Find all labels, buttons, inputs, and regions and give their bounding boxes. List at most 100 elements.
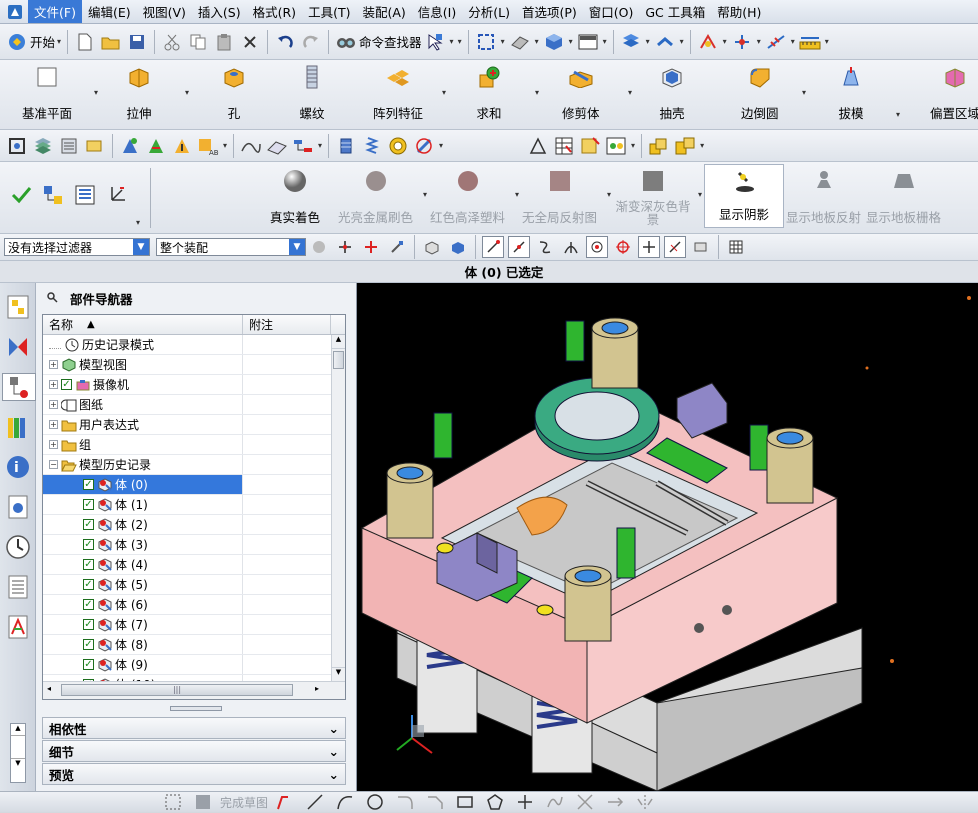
snap-on-face-icon[interactable] xyxy=(690,236,712,258)
show-floor-reflection-button[interactable]: 显示地板反射 xyxy=(786,164,861,230)
tree-row-name-cell[interactable]: ✓ 体 (3) xyxy=(43,535,243,554)
preview-panel-header[interactable]: 预览 ⌄ xyxy=(42,763,346,785)
snap-grid-icon[interactable] xyxy=(725,236,747,258)
scroll-left-icon[interactable]: ◂ xyxy=(47,684,51,693)
history-tab[interactable] xyxy=(4,533,32,561)
expand-toggle-icon[interactable]: + xyxy=(49,400,58,409)
select-points-icon[interactable] xyxy=(386,236,408,258)
render-style-icon[interactable] xyxy=(509,31,531,53)
visibility-checkbox[interactable]: ✓ xyxy=(83,479,94,490)
tree-vertical-scrollbar[interactable]: ▲ ▼ xyxy=(331,335,345,681)
measure-icon[interactable] xyxy=(799,31,821,53)
menu-assembly[interactable]: 装配(A) xyxy=(356,0,411,23)
spring-icon[interactable] xyxy=(361,135,383,157)
shaded-cube-icon[interactable] xyxy=(543,31,565,53)
tree-row-name-cell[interactable]: ✓ 体 (1) xyxy=(43,495,243,514)
guide-bushing[interactable] xyxy=(766,427,814,504)
menu-preferences[interactable]: 首选项(P) xyxy=(516,0,583,23)
cut-icon[interactable] xyxy=(161,31,183,53)
tree-row-name-cell[interactable]: + 用户表达式 xyxy=(43,415,243,434)
copy-icon[interactable] xyxy=(187,31,209,53)
tool-no-icon[interactable] xyxy=(413,135,435,157)
polygon-icon[interactable] xyxy=(484,791,506,813)
shell-button[interactable]: 抽壳 xyxy=(659,60,685,126)
edit-tag-icon[interactable] xyxy=(84,135,106,157)
type-filter-dropdown[interactable]: 没有选择过滤器 ▼ xyxy=(4,238,150,256)
mirror-icon[interactable] xyxy=(634,791,656,813)
scroll-down-icon[interactable]: ▼ xyxy=(332,667,345,681)
wcs-icon[interactable] xyxy=(697,31,719,53)
studio-spline-icon[interactable] xyxy=(544,791,566,813)
point-icon[interactable] xyxy=(514,791,536,813)
tree-row-name-cell[interactable]: ✓ 体 (5) xyxy=(43,575,243,594)
scroll-thumb[interactable] xyxy=(333,351,344,369)
tree-row-name-cell[interactable]: ✓ 体 (9) xyxy=(43,655,243,674)
tree-row-name-cell[interactable]: ✓ 体 (6) xyxy=(43,595,243,614)
save-icon[interactable] xyxy=(126,31,148,53)
snap-intersection-icon[interactable] xyxy=(560,236,582,258)
menu-format[interactable]: 格式(R) xyxy=(247,0,302,23)
tree-row-name-cell[interactable]: ✓ 体 (8) xyxy=(43,635,243,654)
menu-gc-toolbox[interactable]: GC 工具箱 xyxy=(639,0,711,23)
selection-mode-icon[interactable] xyxy=(424,31,446,53)
tree-row-name-cell[interactable]: 历史记录模式 xyxy=(43,335,243,354)
tree-row-name-cell[interactable]: − 模型历史记录 xyxy=(43,455,243,474)
menu-edit[interactable]: 编辑(E) xyxy=(82,0,137,23)
visibility-checkbox[interactable]: ✓ xyxy=(83,619,94,630)
arc-icon[interactable] xyxy=(334,791,356,813)
snap-arc-center-icon[interactable] xyxy=(586,236,608,258)
menu-help[interactable]: 帮助(H) xyxy=(711,0,767,23)
start-button[interactable]: 开始 xyxy=(30,32,55,51)
snap-point-icon[interactable] xyxy=(731,31,753,53)
tree-row-name-cell[interactable]: ✓ 体 (7) xyxy=(43,615,243,634)
cylinder-icon[interactable] xyxy=(335,135,357,157)
sketch-curve-icon[interactable] xyxy=(240,135,262,157)
sketch-icon[interactable] xyxy=(162,791,184,813)
snap-quadrant-icon[interactable] xyxy=(612,236,634,258)
list-sheet-icon[interactable] xyxy=(74,184,96,206)
snap-control-icon[interactable] xyxy=(534,236,556,258)
move-component-icon[interactable] xyxy=(171,135,193,157)
menu-view[interactable]: 视图(V) xyxy=(137,0,192,23)
filter-settings-icon[interactable] xyxy=(308,236,330,258)
move-layer-icon[interactable] xyxy=(654,31,676,53)
unite-button[interactable]: 求和 xyxy=(476,60,502,126)
shiny-metal-button[interactable]: 光亮金属刷色 xyxy=(338,164,413,230)
tree-row[interactable]: + 模型视图 xyxy=(43,355,345,375)
constraint-navigator-tab[interactable] xyxy=(4,333,32,361)
layers-icon[interactable] xyxy=(32,135,54,157)
tree-row-name-cell[interactable]: + ✓ 摄像机 xyxy=(43,375,243,394)
column-header-name[interactable]: 名称 ▲ xyxy=(43,315,243,334)
part-tree-icon[interactable] xyxy=(42,184,64,206)
menu-info[interactable]: 信息(I) xyxy=(412,0,462,23)
drawing-sheet-icon[interactable] xyxy=(579,135,601,157)
snap-center-icon[interactable] xyxy=(360,236,382,258)
visibility-checkbox[interactable]: ✓ xyxy=(83,559,94,570)
horizontal-scroll-thumb[interactable]: ||| xyxy=(61,684,293,696)
redo-icon[interactable] xyxy=(300,31,322,53)
expand-toggle-icon[interactable]: + xyxy=(49,380,58,389)
exploded-view-icon[interactable]: ABC xyxy=(197,135,219,157)
details-panel-header[interactable]: 细节 ⌄ xyxy=(42,740,346,762)
new-file-icon[interactable] xyxy=(74,31,96,53)
axis-triad-icon[interactable] xyxy=(106,184,128,206)
tree-row-name-cell[interactable]: + 组 xyxy=(43,435,243,454)
view-layout-icon[interactable] xyxy=(605,135,627,157)
stack-icon[interactable] xyxy=(58,135,80,157)
pattern-feature-button[interactable]: 阵列特征 xyxy=(373,60,423,126)
offset-region-button[interactable]: 偏置区域 xyxy=(930,60,978,126)
reuse-library-tab[interactable] xyxy=(4,413,32,441)
tree-row-name-cell[interactable]: ✓ 体 (4) xyxy=(43,555,243,574)
scroll-up-icon[interactable]: ▲ xyxy=(332,335,345,349)
visibility-checkbox[interactable]: ✓ xyxy=(83,579,94,590)
tree-row-name-cell[interactable]: ✓ 体 (0) xyxy=(43,475,243,494)
tree-row[interactable]: ✓ 体 (2) xyxy=(43,515,345,535)
column-header-note[interactable]: 附注 xyxy=(243,315,331,334)
true-shading-button[interactable]: 真实着色 xyxy=(270,164,320,230)
roles-tab[interactable] xyxy=(4,613,32,641)
rectangle-icon[interactable] xyxy=(454,791,476,813)
expand-toggle-icon[interactable]: + xyxy=(49,360,58,369)
tree-row[interactable]: ✓ 体 (8) xyxy=(43,635,345,655)
menu-file[interactable]: 文件(F) xyxy=(28,0,82,23)
snap-on-curve-icon[interactable] xyxy=(664,236,686,258)
